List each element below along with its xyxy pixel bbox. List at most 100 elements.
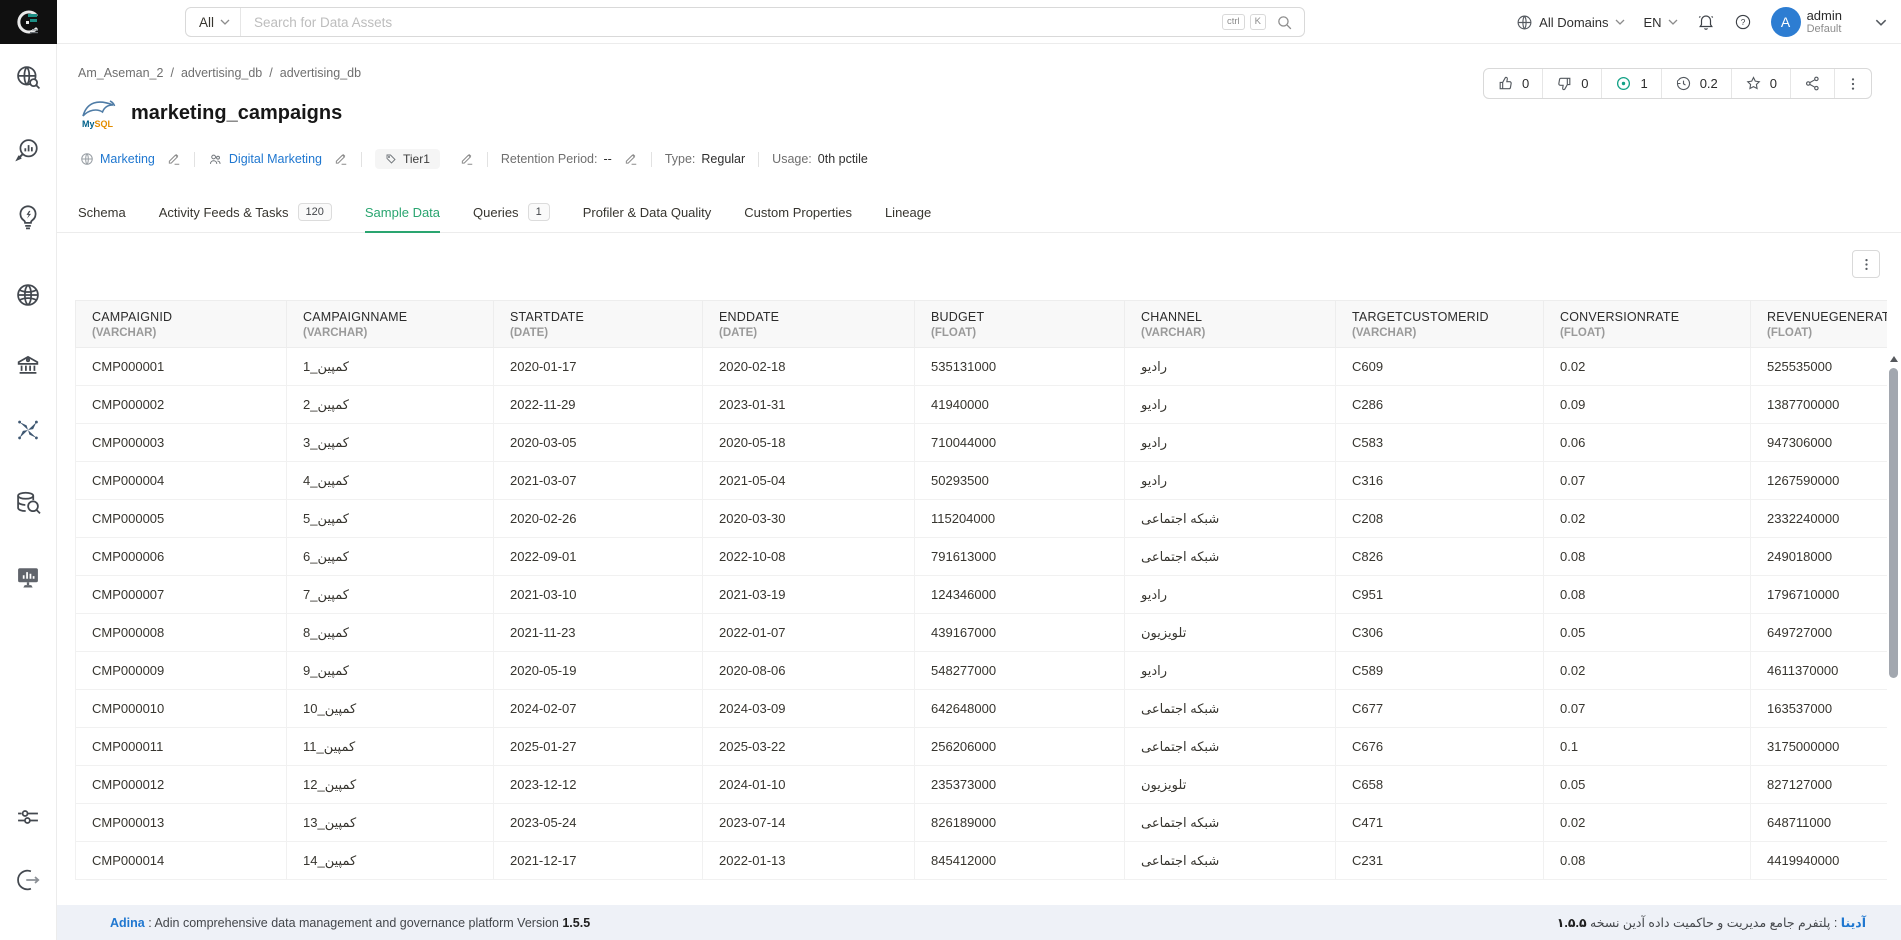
breadcrumb-database[interactable]: advertising_db <box>181 66 262 80</box>
table-cell: 2024-02-07 <box>494 690 703 728</box>
tab-schema[interactable]: Schema <box>78 192 126 232</box>
divider <box>758 152 759 167</box>
tab-lineage[interactable]: Lineage <box>885 192 931 232</box>
table-cell: CMP000003 <box>76 424 287 462</box>
retention-meta: Retention Period: -- <box>501 152 638 166</box>
app-logo[interactable] <box>0 0 57 44</box>
table-row: CMP000002کمپین_22022-11-292023-01-314194… <box>76 386 1888 424</box>
column-header: TARGETCUSTOMERID(VARCHAR) <box>1336 301 1544 348</box>
type-meta: Type: Regular <box>665 152 745 166</box>
table-cell: CMP000012 <box>76 766 287 804</box>
tab-profiler-data-quality[interactable]: Profiler & Data Quality <box>583 192 712 232</box>
breadcrumb-service[interactable]: Am_Aseman_2 <box>78 66 163 80</box>
table-cell: 2022-01-07 <box>703 614 915 652</box>
table-cell: کمپین_10 <box>287 690 494 728</box>
suggestions-icon[interactable] <box>0 203 56 231</box>
version-number: 0.2 <box>1700 76 1718 91</box>
table-cell: 2024-01-10 <box>703 766 915 804</box>
tab-queries[interactable]: Queries1 <box>473 192 550 232</box>
domains-dropdown[interactable]: All Domains <box>1516 14 1624 31</box>
edit-domain-icon[interactable] <box>167 152 181 166</box>
governance-icon[interactable] <box>0 351 56 379</box>
table-cell: تلویزیون <box>1125 766 1336 804</box>
table-cell: CMP000008 <box>76 614 287 652</box>
user-menu-chevron-icon[interactable] <box>1875 19 1887 26</box>
footer-version-en: 1.5.5 <box>562 916 590 930</box>
team-link[interactable]: Digital Marketing <box>229 152 322 166</box>
breadcrumb-separator: / <box>170 66 173 80</box>
table-cell: 0.08 <box>1544 576 1751 614</box>
tab-activity-feeds-tasks[interactable]: Activity Feeds & Tasks120 <box>159 192 332 232</box>
table-cell: 2025-01-27 <box>494 728 703 766</box>
language-dropdown[interactable]: EN <box>1644 15 1678 30</box>
table-cell: کمپین_9 <box>287 652 494 690</box>
usage-value: 0th pctile <box>818 152 868 166</box>
share-button[interactable] <box>1791 69 1835 98</box>
footer-brand-fa[interactable]: آدینا <box>1841 916 1866 930</box>
column-header: CHANNEL(VARCHAR) <box>1125 301 1336 348</box>
table-row: CMP000004کمپین_42021-03-072021-05-045029… <box>76 462 1888 500</box>
table-options-button[interactable] <box>1852 250 1880 278</box>
edit-team-icon[interactable] <box>334 152 348 166</box>
explore-icon[interactable] <box>0 63 56 91</box>
insights-icon[interactable] <box>0 136 56 164</box>
search-icon[interactable] <box>1276 14 1293 31</box>
table-cell: CMP000013 <box>76 804 287 842</box>
table-scrollbar[interactable] <box>1888 352 1899 902</box>
breadcrumb-schema[interactable]: advertising_db <box>280 66 361 80</box>
downvote-button[interactable]: 0 <box>1543 69 1602 98</box>
table-row: CMP000007کمپین_72021-03-102021-03-191243… <box>76 576 1888 614</box>
domains-icon[interactable] <box>0 281 56 309</box>
data-discovery-icon[interactable] <box>0 489 56 517</box>
svg-text:MySQL: MySQL <box>82 119 114 129</box>
table-cell: 2020-03-05 <box>494 424 703 462</box>
settings-icon[interactable] <box>0 803 56 831</box>
table-cell: 0.02 <box>1544 804 1751 842</box>
global-search[interactable]: All Search for Data Assets ctrl K <box>185 7 1305 37</box>
table-cell: 0.02 <box>1544 348 1751 386</box>
column-header: BUDGET(FLOAT) <box>915 301 1125 348</box>
edit-tier-icon[interactable] <box>460 152 474 166</box>
column-header: REVENUEGENERAT(FLOAT) <box>1751 301 1888 348</box>
team-meta: Digital Marketing <box>208 152 348 167</box>
automation-icon[interactable] <box>0 416 56 444</box>
follow-button[interactable]: 0 <box>1732 69 1791 98</box>
footer-version-fa: ۱.۵.۵ <box>1557 916 1587 930</box>
table-cell: شبکه اجتماعی <box>1125 728 1336 766</box>
tier-chip[interactable]: Tier1 <box>375 149 440 169</box>
upvote-button[interactable]: 0 <box>1484 69 1543 98</box>
type-label: Type: <box>665 152 696 166</box>
footer-brand-en[interactable]: Adina <box>110 916 145 930</box>
table-cell: 2021-03-19 <box>703 576 915 614</box>
more-menu-button[interactable] <box>1835 69 1871 98</box>
table-cell: 2023-05-24 <box>494 804 703 842</box>
table-cell: CMP000006 <box>76 538 287 576</box>
user-menu[interactable]: A admin Default <box>1771 7 1842 37</box>
observability-icon[interactable] <box>0 563 56 591</box>
table-cell: 1267590000 <box>1751 462 1888 500</box>
version-button[interactable]: 0.2 <box>1662 69 1732 98</box>
scrollbar-thumb[interactable] <box>1889 368 1898 678</box>
help-button[interactable]: ? <box>1734 13 1752 31</box>
edit-retention-icon[interactable] <box>624 152 638 166</box>
table-cell: 2020-02-18 <box>703 348 915 386</box>
notifications-button[interactable] <box>1697 13 1715 31</box>
tab-custom-properties[interactable]: Custom Properties <box>744 192 852 232</box>
table-cell: رادیو <box>1125 652 1336 690</box>
tab-sample-data[interactable]: Sample Data <box>365 192 440 232</box>
scroll-up-arrow-icon[interactable] <box>1890 356 1898 362</box>
table-cell: 2024-03-09 <box>703 690 915 728</box>
table-cell: C231 <box>1336 842 1544 880</box>
user-name: admin <box>1807 8 1842 24</box>
table-row: CMP000012کمپین_122023-12-122024-01-10235… <box>76 766 1888 804</box>
table-cell: شبکه اجتماعی <box>1125 842 1336 880</box>
table-cell: کمپین_14 <box>287 842 494 880</box>
domain-link[interactable]: Marketing <box>100 152 155 166</box>
footer: Adina : Adin comprehensive data manageme… <box>57 905 1901 940</box>
tasks-button[interactable]: 1 <box>1602 69 1661 98</box>
search-scope-dropdown[interactable]: All <box>186 8 241 36</box>
search-input[interactable]: Search for Data Assets <box>241 15 1222 30</box>
logout-icon[interactable] <box>0 866 56 894</box>
tab-label: Profiler & Data Quality <box>583 205 712 220</box>
history-icon <box>1675 75 1692 92</box>
